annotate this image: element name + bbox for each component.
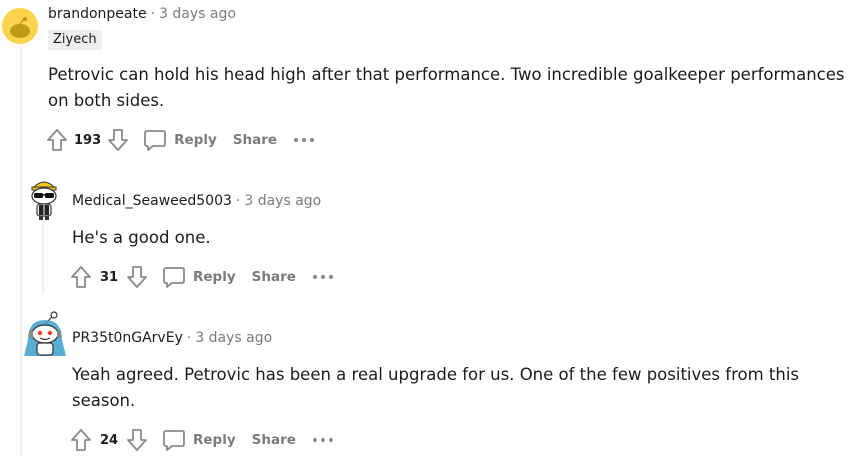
username[interactable]: PR35t0nGArvEy [72, 330, 183, 346]
comment-actions: 31 Reply Share [70, 263, 334, 291]
upvote-button[interactable] [46, 128, 68, 152]
reply-button[interactable]: Reply [162, 265, 236, 289]
reply-button[interactable]: Reply [143, 128, 217, 152]
more-options-button[interactable] [293, 137, 315, 143]
upvote-arrow-icon [71, 266, 91, 288]
thread-line-root[interactable] [20, 46, 22, 456]
comment-bubble-icon [163, 267, 185, 288]
comment-body-line: He's a good one. [72, 228, 211, 247]
upvote-arrow-icon [71, 429, 91, 451]
comment-body-line: Petrovic can hold his head high after th… [48, 65, 845, 84]
reply-label: Reply [193, 269, 236, 285]
avatar[interactable] [24, 174, 64, 222]
upvote-button[interactable] [70, 265, 92, 289]
share-button[interactable]: Share [252, 432, 296, 448]
snoo-headphones-avatar-icon [24, 311, 66, 356]
avatar[interactable] [24, 310, 66, 358]
more-dots-icon [294, 138, 315, 142]
timestamp[interactable]: 3 days ago [244, 193, 321, 209]
downvote-arrow-icon [108, 129, 129, 151]
username[interactable]: Medical_Seaweed5003 [72, 193, 232, 209]
comment-body-line: season. [72, 391, 136, 410]
comment-body-line: on both sides. [48, 91, 165, 110]
comment-actions: 193 Reply Share [46, 126, 315, 154]
upvote-arrow-icon [47, 129, 67, 151]
comment-bubble-icon [144, 130, 167, 151]
vote-count: 31 [99, 269, 119, 285]
downvote-button[interactable] [107, 128, 129, 152]
downvote-arrow-icon [127, 429, 147, 451]
timestamp[interactable]: 3 days ago [195, 330, 272, 346]
more-dots-icon [312, 438, 333, 442]
avatar[interactable] [2, 8, 38, 44]
separator-dot: · [186, 330, 192, 346]
snoo-sunglasses-avatar-icon [31, 181, 57, 220]
reply-label: Reply [193, 432, 236, 448]
snoo-avatar-icon [2, 8, 38, 44]
downvote-arrow-icon [127, 266, 147, 288]
share-label: Share [251, 432, 296, 448]
upvote-button[interactable] [70, 428, 92, 452]
share-button[interactable]: Share [252, 269, 296, 285]
more-options-button[interactable] [312, 437, 334, 443]
share-label: Share [251, 269, 296, 285]
more-options-button[interactable] [312, 274, 334, 280]
share-button[interactable]: Share [233, 132, 277, 148]
comment-meta: PR35t0nGArvEy · 3 days ago [72, 330, 272, 346]
vote-count: 193 [74, 132, 102, 148]
user-flair: Ziyech [48, 30, 102, 50]
more-dots-icon [312, 275, 333, 279]
separator-dot: · [235, 193, 241, 209]
username[interactable]: brandonpeate [48, 6, 147, 22]
comment-body: Yeah agreed. Petrovic has been a real up… [72, 362, 799, 414]
reply-button[interactable]: Reply [162, 428, 236, 452]
comment-body: He's a good one. [72, 225, 211, 251]
thread-line-reply-1[interactable] [42, 224, 44, 294]
comment-actions: 24 Reply Share [70, 426, 334, 454]
downvote-button[interactable] [126, 428, 148, 452]
share-label: Share [232, 132, 278, 148]
comment-body: Petrovic can hold his head high after th… [48, 62, 844, 114]
separator-dot: · [150, 6, 156, 22]
comment-meta: brandonpeate · 3 days ago [48, 6, 236, 22]
vote-count: 24 [99, 432, 119, 448]
comment-meta: Medical_Seaweed5003 · 3 days ago [72, 193, 321, 209]
comment-bubble-icon [163, 430, 185, 451]
downvote-button[interactable] [126, 265, 148, 289]
comment-body-line: Yeah agreed. Petrovic has been a real up… [72, 365, 800, 384]
timestamp[interactable]: 3 days ago [159, 6, 236, 22]
reply-label: Reply [174, 132, 217, 148]
